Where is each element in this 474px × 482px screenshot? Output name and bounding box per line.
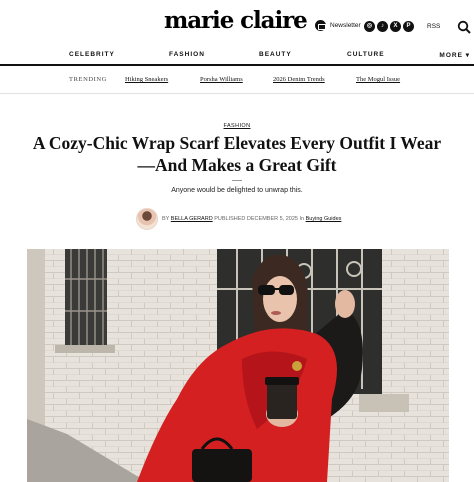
trending-link[interactable]: 2026 Denim Trends bbox=[273, 76, 325, 83]
x-icon[interactable]: X bbox=[390, 21, 401, 32]
section-link[interactable]: FASHION bbox=[224, 123, 251, 129]
site-header: marie claire Newsletter ◎ ♪ X P RSS bbox=[0, 0, 474, 46]
byline-text: BY BELLA GERARD PUBLISHED DECEMBER 5, 20… bbox=[162, 216, 341, 222]
newsletter-label: Newsletter bbox=[330, 22, 361, 29]
rss-link[interactable]: RSS bbox=[427, 23, 440, 30]
nav-item-fashion[interactable]: FASHION bbox=[169, 51, 205, 58]
divider bbox=[232, 180, 242, 181]
search-icon[interactable] bbox=[457, 20, 471, 34]
article-headline: A Cozy-Chic Wrap Scarf Elevates Every Ou… bbox=[32, 133, 442, 175]
author-link[interactable]: BELLA GERARD bbox=[171, 216, 213, 222]
section-tag: FASHION bbox=[0, 123, 474, 129]
nav-item-culture[interactable]: CULTURE bbox=[347, 51, 385, 58]
trending-link[interactable]: The Mogul Issue bbox=[356, 76, 400, 83]
trending-bar: TRENDING Hiking Sneakers Porsha Williams… bbox=[0, 66, 474, 94]
tiktok-icon[interactable]: ♪ bbox=[377, 21, 388, 32]
caret-down-icon: ▾ bbox=[465, 52, 470, 59]
category-link[interactable]: Buying Guides bbox=[306, 216, 342, 222]
main-nav: CELEBRITY FASHION BEAUTY CULTURE MORE ▾ bbox=[0, 46, 474, 66]
instagram-icon[interactable]: ◎ bbox=[364, 21, 375, 32]
nav-item-celebrity[interactable]: CELEBRITY bbox=[69, 51, 115, 58]
publish-date: PUBLISHED DECEMBER 5, 2025 bbox=[214, 216, 298, 222]
byline: BY BELLA GERARD PUBLISHED DECEMBER 5, 20… bbox=[136, 208, 341, 230]
trending-label: TRENDING bbox=[69, 76, 108, 83]
social-links: ◎ ♪ X P bbox=[364, 21, 414, 32]
author-avatar[interactable] bbox=[136, 208, 158, 230]
site-logo[interactable]: marie claire bbox=[164, 7, 308, 34]
mail-icon bbox=[315, 20, 326, 31]
pinterest-icon[interactable]: P bbox=[403, 21, 414, 32]
trending-link[interactable]: Porsha Williams bbox=[200, 76, 243, 83]
trending-link[interactable]: Hiking Sneakers bbox=[125, 76, 168, 83]
newsletter-link[interactable]: Newsletter bbox=[315, 20, 361, 31]
nav-item-beauty[interactable]: BEAUTY bbox=[259, 51, 292, 58]
nav-item-more[interactable]: MORE ▾ bbox=[439, 51, 470, 59]
byline-in: In bbox=[299, 216, 305, 222]
hero-image bbox=[27, 249, 449, 482]
article-dek: Anyone would be delighted to unwrap this… bbox=[171, 187, 303, 194]
more-label: MORE bbox=[439, 52, 463, 59]
byline-by: BY bbox=[162, 216, 170, 222]
